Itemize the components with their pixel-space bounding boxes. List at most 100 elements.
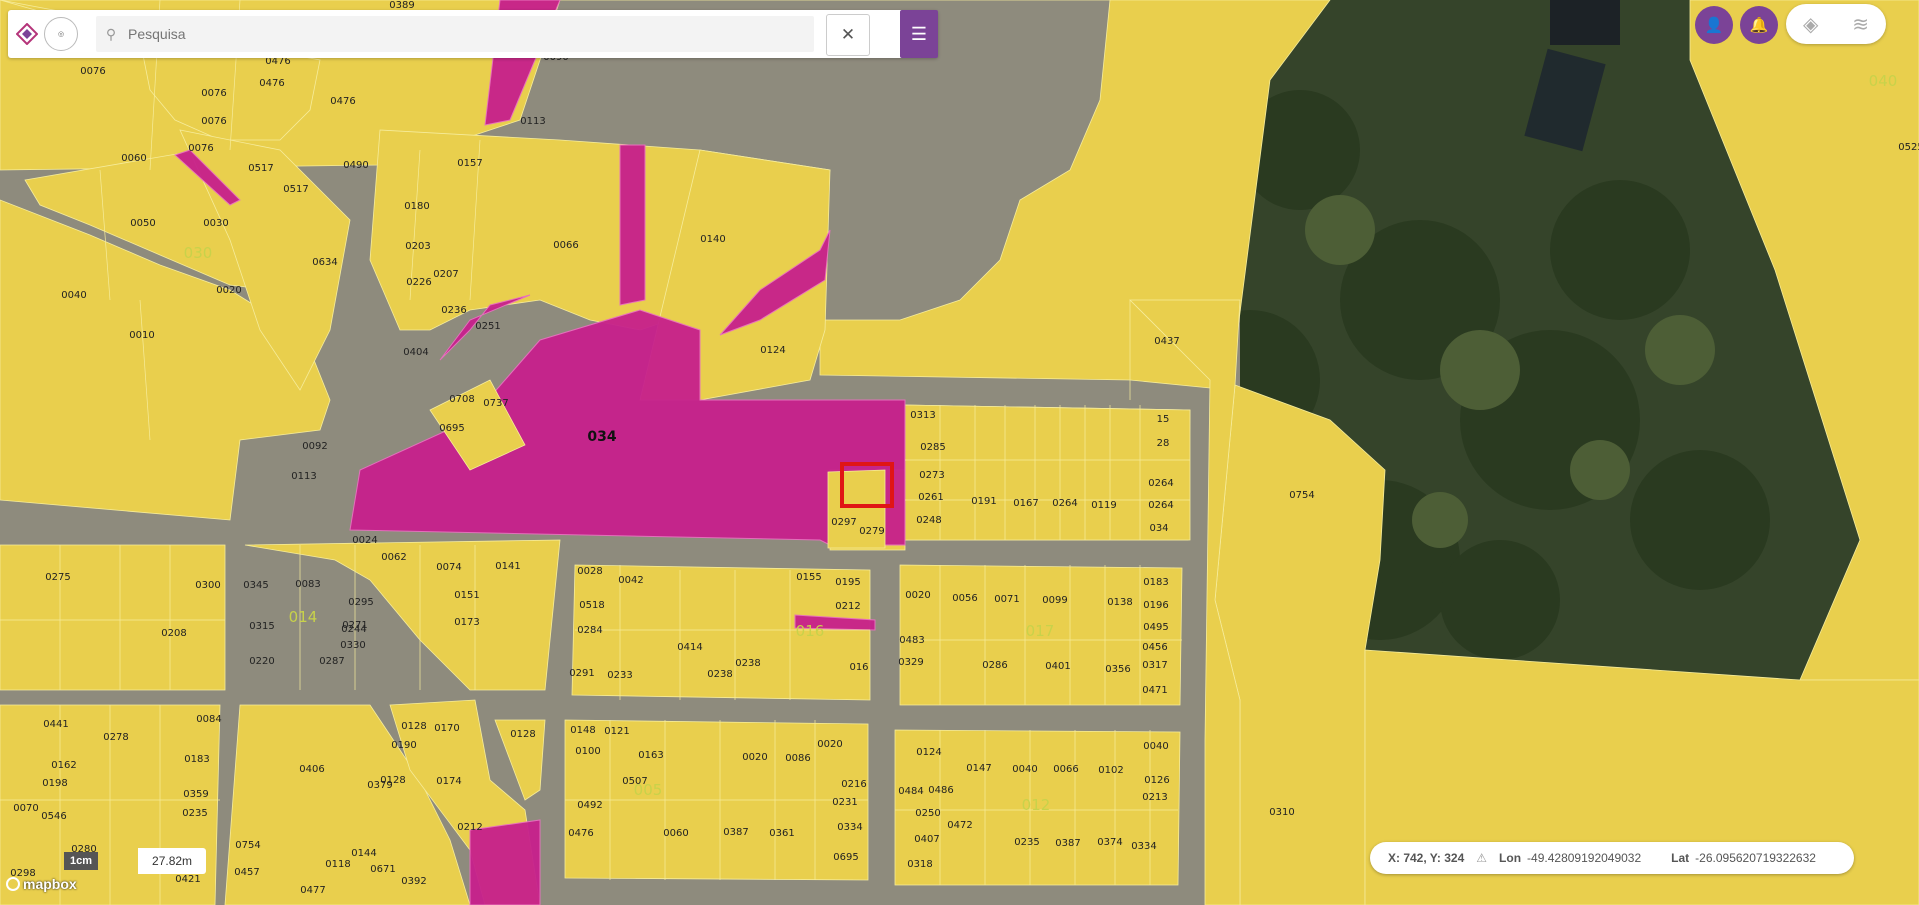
layers-icon[interactable]: ≋ [1852, 12, 1869, 37]
parcel-label: 0213 [1142, 792, 1167, 803]
parcel-label: 0183 [1143, 577, 1168, 588]
parcel-label: 0190 [391, 740, 416, 751]
scale-value: 27.82m [138, 848, 207, 874]
parcel-label: 0099 [1042, 595, 1067, 606]
map-canvas[interactable]: 0389009000760476047604760113007600760060… [0, 0, 1919, 905]
parcel-label: 0476 [568, 828, 593, 839]
parcel-label: 0113 [291, 471, 316, 482]
parcel-label: 0754 [1289, 490, 1314, 501]
parcel-label: 0124 [916, 747, 941, 758]
parcel-label: 0084 [196, 714, 221, 725]
parcel-label: 0191 [971, 496, 996, 507]
parcel-label: 0076 [188, 143, 213, 154]
parcel-label: 0128 [401, 721, 426, 732]
parcel-label: 0329 [898, 657, 923, 668]
parcel-label: 0695 [439, 423, 464, 434]
parcel-label: 0233 [607, 670, 632, 681]
lon-value: -49.42809192049032 [1527, 851, 1642, 865]
parcel-label: 0086 [785, 753, 810, 764]
parcel-label: 0525 [1898, 142, 1919, 153]
parcel-label: 0124 [760, 345, 785, 356]
parcel-label: 0070 [13, 803, 38, 814]
lon-label: Lon [1499, 851, 1522, 865]
parcel-label: 15 [1157, 414, 1170, 425]
parcel-label: 0126 [1144, 775, 1169, 786]
parcel-label: 0173 [454, 617, 479, 628]
parcel-label: 0317 [1142, 660, 1167, 671]
parcel-label: 0138 [1107, 597, 1132, 608]
mapbox-attribution[interactable]: mapbox [6, 876, 77, 892]
parcel-label: 0208 [161, 628, 186, 639]
parcel-label: 0251 [475, 321, 500, 332]
parcel-label: 0361 [769, 828, 794, 839]
parcel-label: 0708 [449, 394, 474, 405]
parcel-label: 0040 [61, 290, 86, 301]
parcel-label: 0119 [1091, 500, 1116, 511]
parcel-label: 0060 [121, 153, 146, 164]
parcel-label: 0374 [1097, 837, 1122, 848]
parcel-label: 0313 [910, 410, 935, 421]
parcel-label: 0212 [457, 822, 482, 833]
notifications-button[interactable]: 🔔 [1740, 6, 1778, 44]
parcel-label: 0318 [907, 859, 932, 870]
parcel-label: 0235 [1014, 837, 1039, 848]
logo[interactable]: ◎ [16, 17, 92, 51]
block-label: 016 [796, 622, 825, 640]
parcel-label: 0167 [1013, 498, 1038, 509]
parcel-label: 0235 [182, 808, 207, 819]
parcel-label: 0517 [248, 163, 273, 174]
parcel-label: 0495 [1143, 622, 1168, 633]
parcel-label: 0457 [234, 867, 259, 878]
parcel-label: 0076 [201, 88, 226, 99]
parcel-label: 0284 [577, 625, 602, 636]
user-button[interactable]: 👤 [1695, 6, 1733, 44]
parcel-label: 0100 [575, 746, 600, 757]
layers-3d-icon[interactable]: ◈ [1803, 12, 1818, 37]
parcel-label: 0387 [1055, 838, 1080, 849]
coordinates-bar: X: 742, Y: 324 ⚠ Lon -49.42809192049032 … [1370, 842, 1854, 874]
layers-control: ◈ ≋ [1786, 4, 1886, 44]
parcel-label: 0359 [183, 789, 208, 800]
block-label: 012 [1022, 796, 1051, 814]
parcel-label: 0198 [42, 778, 67, 789]
parcel-label: 0195 [835, 577, 860, 588]
parcel-label: 0196 [1143, 600, 1168, 611]
parcel-label: 0437 [1154, 336, 1179, 347]
parcel-label: 0226 [406, 277, 431, 288]
parcel-label: 0162 [51, 760, 76, 771]
parcel-label: 0271 [342, 620, 367, 631]
search-input[interactable] [126, 25, 790, 43]
parcel-label: 0300 [195, 580, 220, 591]
parcel-label: 0285 [920, 442, 945, 453]
user-icon: 👤 [1704, 17, 1724, 34]
parcel-label: 0441 [43, 719, 68, 730]
parcel-label: 0231 [832, 797, 857, 808]
parcel-label: 0518 [579, 600, 604, 611]
parcel-label: 0157 [457, 158, 482, 169]
block-label: 014 [289, 608, 318, 626]
parcel-label: 0170 [434, 723, 459, 734]
parcel-label: 0076 [201, 116, 226, 127]
parcel-label: 0330 [340, 640, 365, 651]
parcel-label: 0020 [742, 752, 767, 763]
search-box[interactable]: ⚲ [96, 16, 814, 52]
parcel-label: 0141 [495, 561, 520, 572]
parcel-label: 0310 [1269, 807, 1294, 818]
parcel-label: 0671 [370, 864, 395, 875]
parcel-label: 0334 [1131, 841, 1156, 852]
parcel-label: 0071 [994, 594, 1019, 605]
parcel-label: 0517 [283, 184, 308, 195]
parcel-label: 0414 [677, 642, 702, 653]
city-seal-icon: ◎ [44, 17, 78, 51]
parcel-label: 0183 [184, 754, 209, 765]
parcel-label: 0379 [367, 780, 392, 791]
tools-button[interactable]: ✕ [826, 14, 870, 56]
parcel-label: 0066 [553, 240, 578, 251]
parcel-label: 0074 [436, 562, 461, 573]
menu-button[interactable]: ☰ [900, 10, 938, 58]
block-label: 005 [634, 781, 663, 799]
parcel-label: 28 [1157, 438, 1170, 449]
parcel-label: 0062 [381, 552, 406, 563]
parcel-label: 0345 [243, 580, 268, 591]
parcel-label: 0128 [510, 729, 535, 740]
